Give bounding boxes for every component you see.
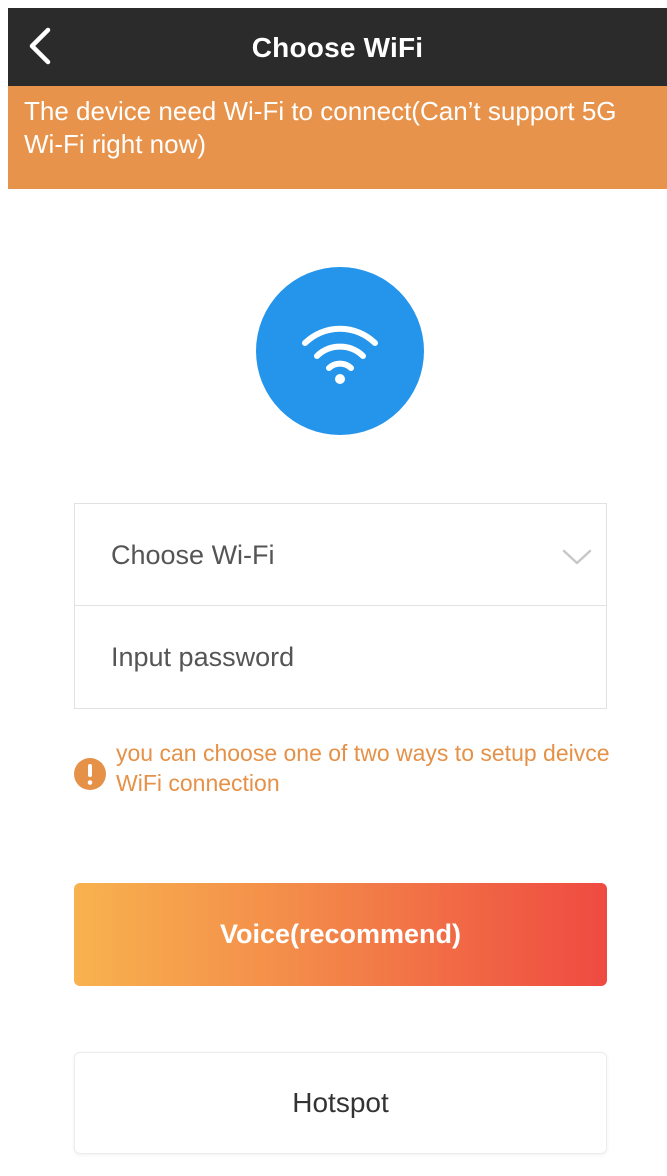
wifi-select-label: Choose Wi-Fi <box>111 540 275 570</box>
hint-text: you can choose one of two ways to setup … <box>116 740 610 796</box>
password-input[interactable] <box>75 607 606 708</box>
wifi-badge <box>256 267 424 435</box>
choose-wifi-screen: Choose WiFi The device need Wi-Fi to con… <box>0 0 667 1176</box>
wifi-select[interactable]: Choose Wi-Fi <box>75 504 606 606</box>
page-title: Choose WiFi <box>251 32 424 63</box>
wifi-icon <box>302 325 378 384</box>
top-navigation-bar: Choose WiFi <box>8 8 667 86</box>
chevron-down-icon <box>562 549 592 565</box>
warning-icon <box>74 758 106 790</box>
hotspot-setup-button[interactable]: Hotspot <box>74 1052 607 1154</box>
wifi-form: Choose Wi-Fi <box>74 503 607 709</box>
wifi-notice-banner: The device need Wi-Fi to connect(Can’t s… <box>8 86 667 189</box>
voice-setup-button[interactable]: Voice(recommend) <box>74 883 607 986</box>
setup-hint: you can choose one of two ways to setup … <box>74 738 614 802</box>
